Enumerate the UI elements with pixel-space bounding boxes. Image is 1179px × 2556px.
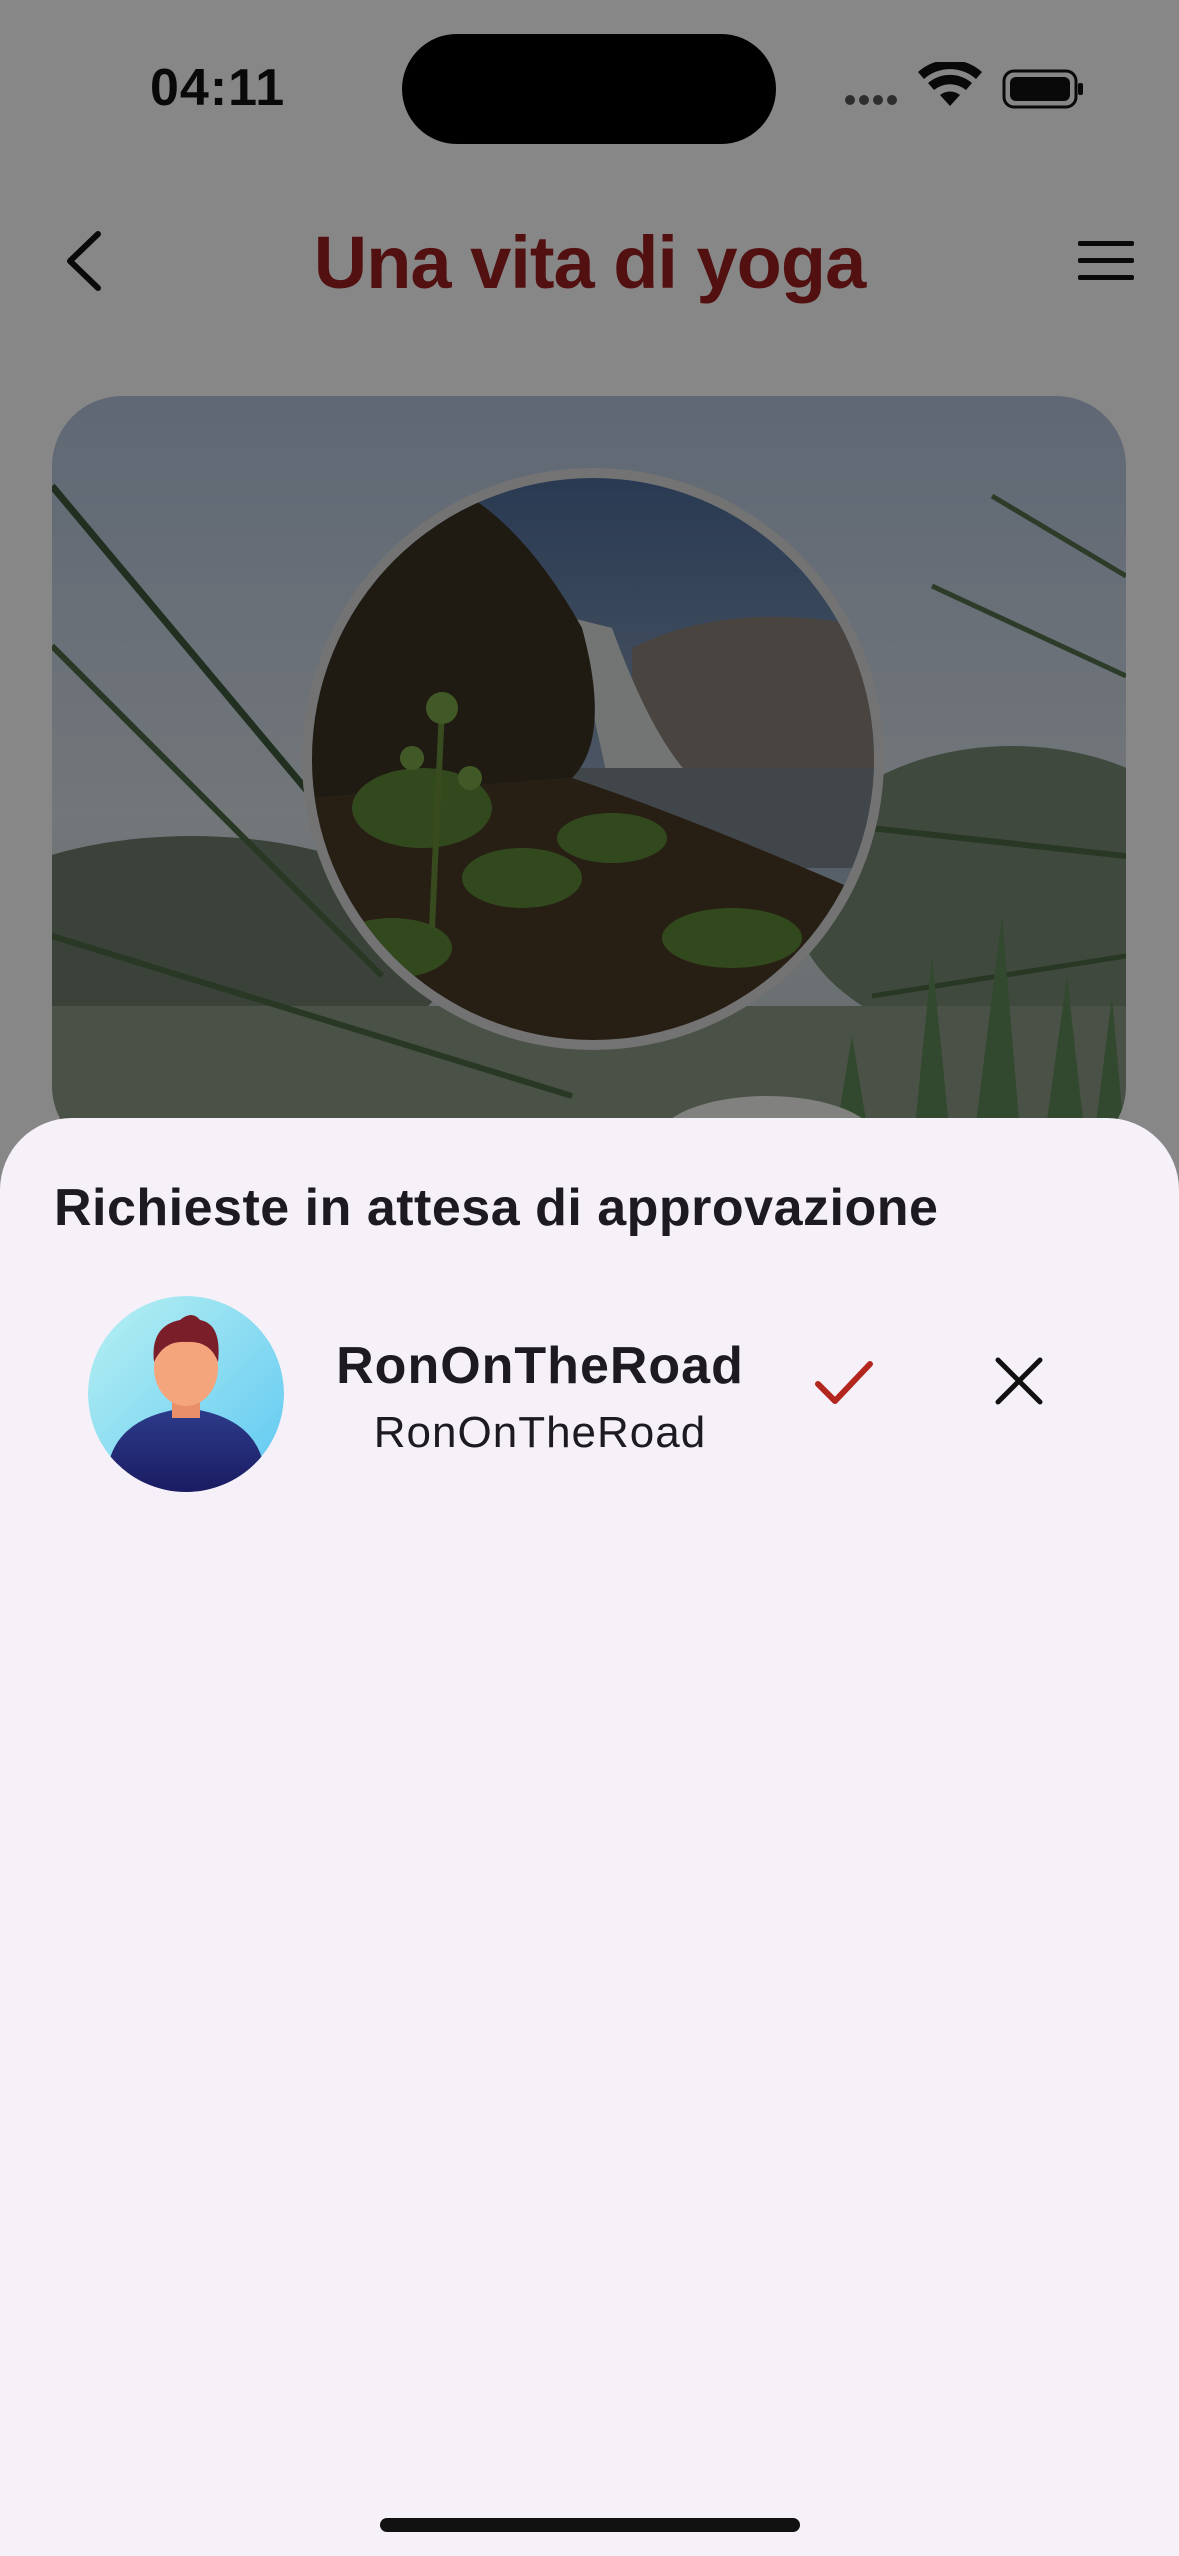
list-item: RonOnTheRoad RonOnTheRoad xyxy=(0,1296,1179,1496)
sheet-title: Richieste in attesa di approvazione xyxy=(54,1179,939,1237)
close-icon[interactable] xyxy=(984,1346,1054,1416)
checkmark-icon[interactable] xyxy=(808,1346,878,1416)
request-username: RonOnTheRoad xyxy=(373,1408,707,1457)
request-display-name: RonOnTheRoad xyxy=(336,1337,744,1395)
app-screen: 04:11 Una vita di yoga Richieste in atte… xyxy=(0,0,1179,2556)
pending-requests-sheet: Richieste in attesa di approvazione RonO… xyxy=(0,1118,1179,2556)
avatar xyxy=(88,1296,284,1492)
home-indicator[interactable] xyxy=(380,2518,800,2532)
